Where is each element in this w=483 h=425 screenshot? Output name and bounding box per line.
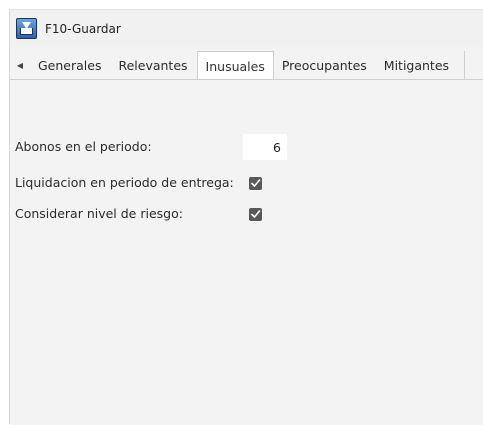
tab-inusuales[interactable]: Inusuales [196, 51, 274, 79]
title-toolbar: F10-Guardar [10, 10, 483, 47]
checked-checkbox-icon [251, 179, 261, 187]
tab-bar: ◀ Generales Relevantes Inusuales Preocup… [10, 51, 483, 80]
window-title: F10-Guardar [45, 21, 121, 36]
riesgo-checkbox[interactable] [249, 208, 262, 221]
abonos-row: Abonos en el periodo: [15, 139, 152, 154]
riesgo-row: Considerar nivel de riesgo: [15, 206, 183, 221]
tab-generales[interactable]: Generales [30, 51, 110, 79]
tab-overflow-edge [464, 51, 472, 79]
tab-relevantes[interactable]: Relevantes [110, 51, 196, 79]
liquidacion-label: Liquidacion en periodo de entrega: [15, 175, 234, 190]
riesgo-label: Considerar nivel de riesgo: [15, 206, 183, 221]
tab-content-inusuales: Abonos en el periodo: Liquidacion en per… [10, 80, 483, 425]
abonos-input[interactable] [243, 134, 287, 160]
tab-preocupantes[interactable]: Preocupantes [274, 51, 376, 79]
liquidacion-row: Liquidacion en periodo de entrega: [15, 175, 234, 190]
abonos-label: Abonos en el periodo: [15, 139, 152, 154]
liquidacion-checkbox[interactable] [249, 177, 262, 190]
tab-mitigantes[interactable]: Mitigantes [376, 51, 458, 79]
caret-left-icon[interactable]: ◀ [10, 51, 30, 79]
app-window: F10-Guardar ◀ Generales Relevantes Inusu… [9, 9, 483, 425]
checked-checkbox-icon [251, 210, 261, 218]
save-download-icon[interactable] [16, 18, 37, 39]
